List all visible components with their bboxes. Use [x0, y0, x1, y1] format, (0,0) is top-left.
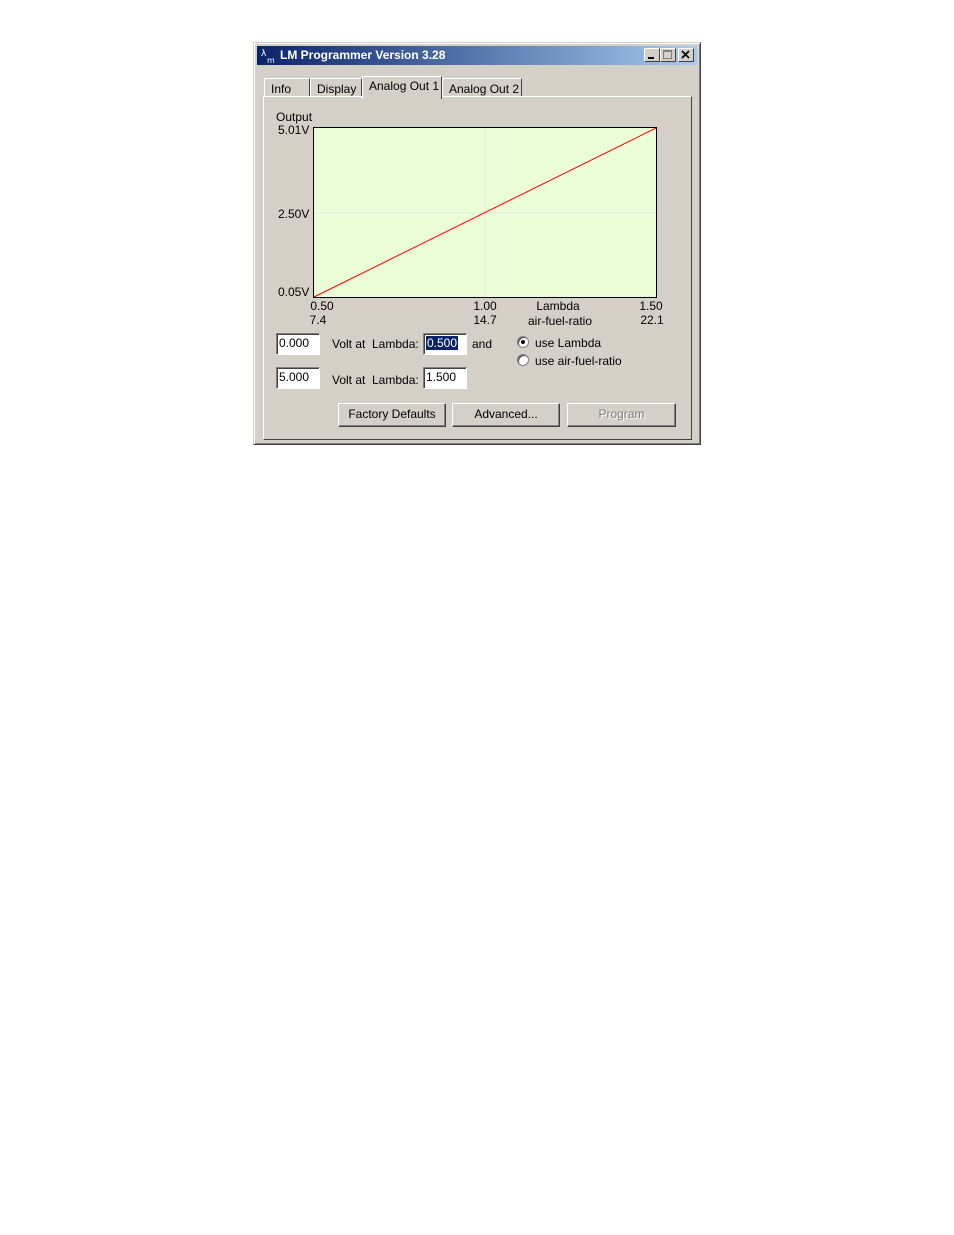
x-tick-afr-mid: 14.7: [473, 313, 497, 327]
radio-checked-dot: [521, 340, 525, 344]
volt-high-input[interactable]: 5.000: [276, 367, 320, 389]
program-button[interactable]: Program: [567, 403, 676, 427]
tab-display[interactable]: Display: [310, 78, 362, 97]
y-tick-label-min: 0.05V: [278, 285, 310, 299]
lambda-app-icon[interactable]: λ m: [260, 48, 276, 65]
tab-analog-out-1[interactable]: Analog Out 1: [362, 76, 442, 99]
svg-text:m: m: [267, 56, 275, 64]
maximize-icon: [663, 50, 672, 59]
x-axis-label-afr: air-fuel-ratio: [527, 314, 593, 328]
volt-at-label-2: Volt at: [332, 373, 366, 387]
and-label: and: [472, 337, 493, 351]
window-title: LM Programmer Version 3.28: [280, 48, 446, 62]
x-axis-label-lambda: Lambda: [536, 299, 580, 313]
lambda-low-input[interactable]: 0.500: [423, 333, 467, 355]
lambda-label-1: Lambda:: [372, 337, 419, 351]
minimize-icon: [648, 57, 654, 59]
lambda-low-value: 0.500: [426, 336, 459, 350]
x-tick-afr-min: 7.4: [309, 313, 327, 327]
x-tick-lambda-max: 1.50: [639, 299, 663, 313]
use-afr-radio[interactable]: [517, 354, 529, 366]
volt-low-input[interactable]: 0.000: [276, 333, 320, 355]
minimize-button[interactable]: [644, 48, 660, 62]
advanced-button[interactable]: Advanced...: [452, 403, 560, 427]
tab-analog-out-2[interactable]: Analog Out 2: [442, 78, 522, 97]
x-tick-lambda-min: 0.50: [310, 299, 334, 313]
maximize-button[interactable]: [660, 48, 676, 62]
use-lambda-radio[interactable]: [517, 336, 529, 348]
lm-programmer-window: λ m LM Programmer Version 3.28 Info Disp…: [253, 42, 701, 445]
use-afr-label[interactable]: use air-fuel-ratio: [535, 354, 622, 368]
use-lambda-label[interactable]: use Lambda: [535, 336, 601, 350]
y-tick-label-mid: 2.50V: [278, 207, 310, 221]
output-chart: [313, 127, 657, 298]
tab-info[interactable]: Info: [264, 78, 310, 97]
x-tick-lambda-mid: 1.00: [473, 299, 497, 313]
lambda-label-2: Lambda:: [372, 373, 419, 387]
y-tick-label-max: 5.01V: [278, 123, 310, 137]
volt-at-label-1: Volt at: [332, 337, 366, 351]
close-icon: [681, 50, 690, 59]
close-button[interactable]: [678, 48, 694, 62]
factory-defaults-button[interactable]: Factory Defaults: [338, 403, 446, 427]
x-tick-afr-max: 22.1: [640, 313, 664, 327]
title-bar[interactable]: λ m LM Programmer Version 3.28: [257, 46, 697, 65]
y-axis-label: Output: [276, 110, 313, 124]
lambda-high-input[interactable]: 1.500: [423, 367, 467, 389]
